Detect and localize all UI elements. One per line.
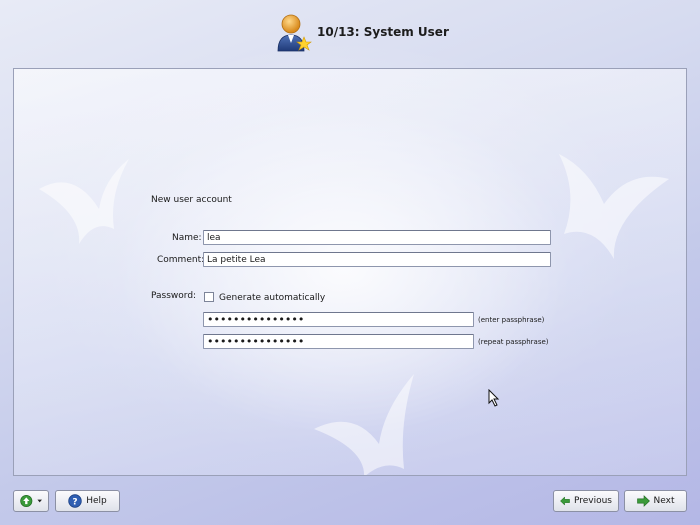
arrow-up-circle-icon [20,494,33,508]
svg-text:?: ? [73,498,78,508]
next-button-label: Next [653,496,675,506]
comment-field[interactable] [203,252,551,267]
previous-button[interactable]: Previous [553,490,619,512]
content-panel: New user account Name: Comment: Password… [13,68,687,476]
header: 10/13: System User [0,0,700,66]
menu-button[interactable] [13,490,49,512]
next-button[interactable]: Next [624,490,687,512]
arrow-right-icon [636,495,650,507]
swallow-decoration-icon [559,154,669,259]
password-label: Password: [151,291,197,301]
swallow-decoration-icon [39,159,129,244]
chevron-down-icon [37,499,42,503]
previous-button-label: Previous [573,496,612,506]
mouse-cursor-icon [488,389,500,407]
arrow-left-icon [560,496,570,506]
user-add-icon [277,14,312,52]
repeat-password-hint: (repeat passphrase) [478,338,549,346]
generate-automatically-label[interactable]: Generate automatically [219,293,325,303]
password-field[interactable]: ••••••••••••••• [203,312,474,327]
name-label: Name: [172,233,202,243]
help-button-label: Help [86,496,107,506]
comment-label: Comment: [157,255,205,265]
page-title: 10/13: System User [317,25,449,39]
installer-window: 10/13: System User New user account Name… [0,0,700,525]
repeat-password-field[interactable]: ••••••••••••••• [203,334,474,349]
section-title: New user account [151,195,232,205]
swallow-decoration-icon [314,374,414,475]
name-field[interactable] [203,230,551,245]
help-button[interactable]: ? Help [55,490,120,512]
password-hint: (enter passphrase) [478,316,545,324]
generate-automatically-checkbox[interactable] [204,292,214,302]
help-icon: ? [68,494,82,508]
